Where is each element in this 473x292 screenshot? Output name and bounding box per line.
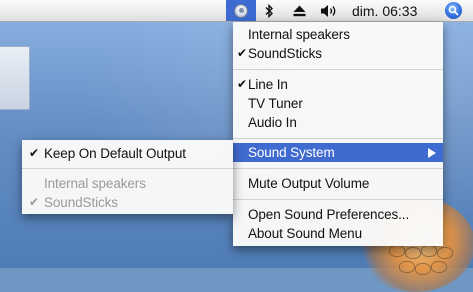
menu-item-label: SoundSticks bbox=[44, 195, 118, 210]
menu-separator bbox=[233, 138, 443, 139]
speaker-icon[interactable] bbox=[318, 0, 340, 21]
menu-item-label: Mute Output Volume bbox=[248, 176, 370, 191]
desktop-document-icon[interactable] bbox=[0, 46, 30, 110]
menu-item-open-preferences[interactable]: Open Sound Preferences... bbox=[233, 205, 443, 224]
menu-item-label: Internal speakers bbox=[44, 176, 146, 191]
menu-item-label: About Sound Menu bbox=[248, 226, 362, 241]
menu-item-label: Internal speakers bbox=[248, 27, 350, 42]
menubar-clock[interactable]: dim. 06:33 bbox=[352, 0, 432, 21]
menu-item-soundsticks-disabled: ✔ SoundSticks bbox=[22, 193, 233, 212]
spotlight-icon[interactable] bbox=[442, 0, 464, 21]
menu-item-soundsticks[interactable]: ✔ SoundSticks bbox=[233, 44, 443, 63]
menu-item-label: SoundSticks bbox=[248, 46, 322, 61]
menu-separator bbox=[233, 69, 443, 70]
menu-item-mute-output[interactable]: Mute Output Volume bbox=[233, 174, 443, 193]
menu-item-internal-speakers-disabled: Internal speakers bbox=[22, 174, 233, 193]
checkmark-icon: ✔ bbox=[237, 46, 247, 60]
checkmark-icon: ✔ bbox=[237, 77, 247, 91]
menu-item-label: Audio In bbox=[248, 115, 297, 130]
menu-item-tv-tuner[interactable]: TV Tuner bbox=[233, 94, 443, 113]
menu-item-label: Sound System bbox=[248, 145, 335, 160]
menu-item-audio-in[interactable]: Audio In bbox=[233, 113, 443, 132]
menu-bar: dim. 06:33 bbox=[0, 0, 473, 22]
menu-item-internal-speakers[interactable]: Internal speakers bbox=[233, 25, 443, 44]
checkmark-icon: ✔ bbox=[29, 195, 39, 209]
menu-separator bbox=[233, 199, 443, 200]
eject-icon[interactable] bbox=[291, 0, 307, 21]
menu-item-about[interactable]: About Sound Menu bbox=[233, 224, 443, 243]
checkmark-icon: ✔ bbox=[29, 146, 39, 160]
sound-system-submenu: ✔ Keep On Default Output Internal speake… bbox=[22, 140, 233, 214]
menu-item-label: Keep On Default Output bbox=[44, 146, 186, 161]
bluetooth-icon[interactable] bbox=[262, 0, 276, 21]
menu-item-label: Line In bbox=[248, 77, 288, 92]
menu-separator bbox=[233, 168, 443, 169]
volume-menu-icon[interactable] bbox=[226, 0, 256, 21]
menu-item-keep-default-output[interactable]: ✔ Keep On Default Output bbox=[22, 144, 233, 163]
sound-menu: Internal speakers ✔ SoundSticks ✔ Line I… bbox=[233, 22, 443, 246]
menu-separator bbox=[22, 168, 233, 169]
menu-item-sound-system[interactable]: Sound System bbox=[233, 143, 443, 162]
submenu-arrow-icon bbox=[428, 148, 436, 158]
menu-item-label: TV Tuner bbox=[248, 96, 303, 111]
menu-item-line-in[interactable]: ✔ Line In bbox=[233, 75, 443, 94]
menu-item-label: Open Sound Preferences... bbox=[248, 207, 410, 222]
